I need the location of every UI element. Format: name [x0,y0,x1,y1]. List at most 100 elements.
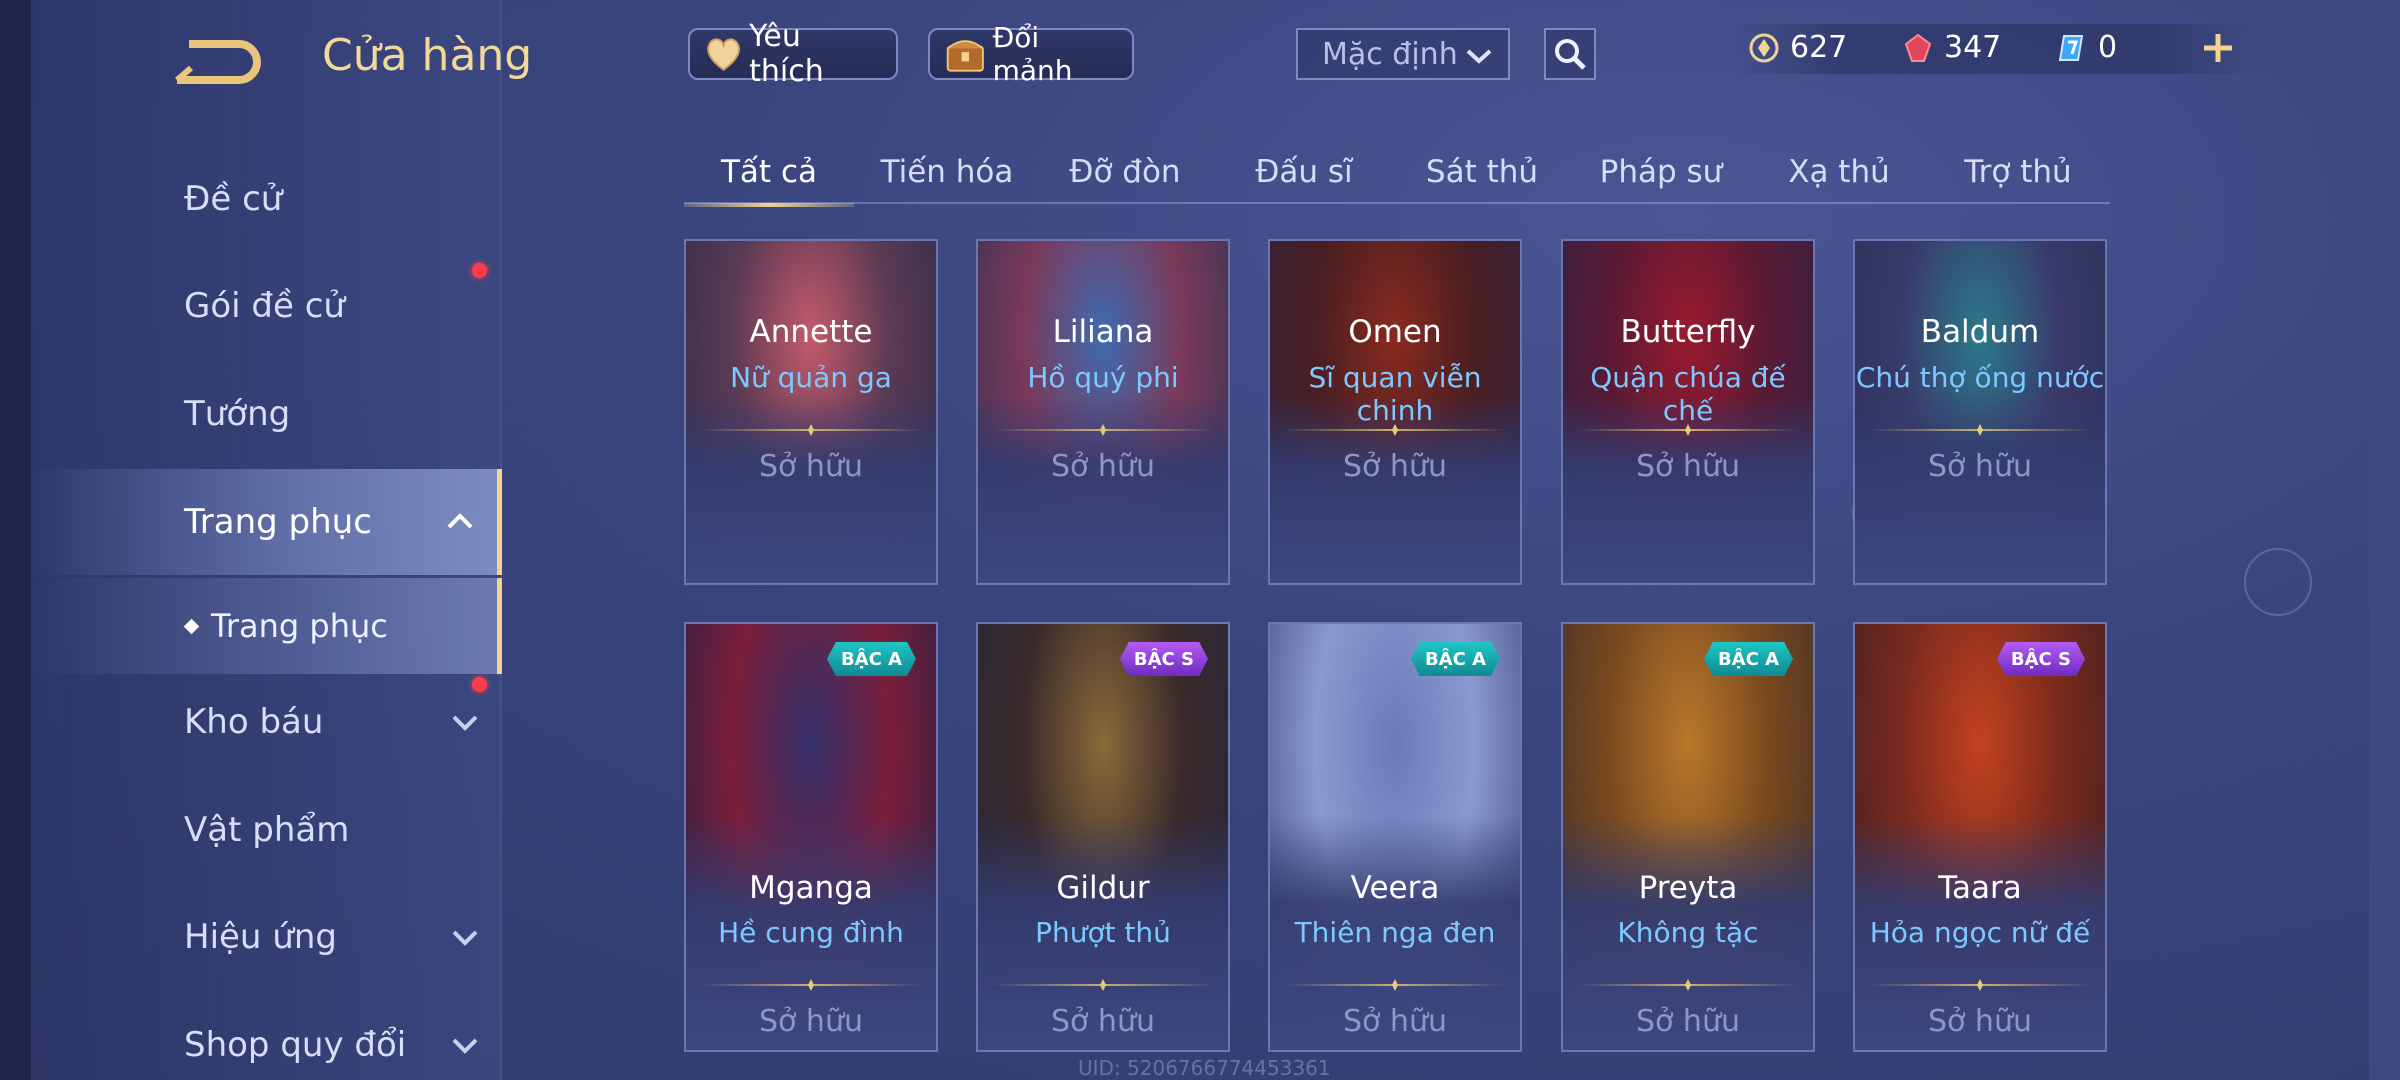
back-button[interactable] [155,30,275,90]
chevron-down-icon [1466,49,1492,64]
owned-status: Sở hữu [1051,1004,1155,1039]
owned-status: Sở hữu [1636,449,1740,484]
skin-name: Phượt thủ [1035,916,1171,949]
tab-label: Tất cả [721,154,817,190]
tab-all[interactable]: Tất cả [684,140,854,207]
skin-name: Hỏa ngọc nữ đế [1869,916,2091,949]
sidebar-item-skins[interactable]: Trang phục [31,469,502,575]
hero-name: Baldum [1920,314,2040,350]
sidebar-item-effects[interactable]: Hiệu ứng [31,884,502,990]
plus-icon [2204,34,2232,62]
hero-name: Liliana [1052,314,1154,350]
owned-status: Sở hữu [1051,449,1155,484]
hero-name: Omen [1348,314,1442,350]
sidebar-subitem-label: Trang phục [211,607,388,645]
hero-name: Butterfly [1620,314,1756,350]
skin-card[interactable]: Veera Thiên nga đen Sở hữu BẬC A [1268,622,1522,1052]
favorites-label: Yêu thích [749,19,824,89]
skin-name: Hề cung đình [718,916,904,949]
chevron-up-icon [447,513,473,529]
tab-label: Tiến hóa [880,154,1014,190]
skin-card[interactable]: Preyta Không tặc Sở hữu BẬC A [1561,622,1815,1052]
voucher-icon [2058,34,2084,61]
page-title: Cửa hàng [322,30,533,81]
owned-status: Sở hữu [1343,1004,1447,1039]
search-icon [1555,39,1586,70]
tab-marksman[interactable]: Xạ thủ [1754,140,1924,204]
notification-dot [472,263,487,278]
exchange-shards-label: Đổi mảnh [992,21,1073,87]
skin-card[interactable]: Gildur Phượt thủ Sở hữu BẬC S [976,622,1230,1052]
hero-name: Preyta [1638,870,1738,906]
gold-currency: 627 [1748,30,1847,65]
card-divider [700,429,922,431]
card-shade [686,394,936,583]
tab-tank[interactable]: Đỡ đòn [1040,140,1210,204]
tab-label: Sát thủ [1425,154,1539,190]
sidebar-item-exchange-shop[interactable]: Shop quy đổi [31,992,502,1080]
diamond-icon [183,618,200,634]
sidebar-item-label: Gói đề cử [184,286,345,326]
owned-status: Sở hữu [759,449,863,484]
rank-badge: BẬC S [1996,642,2085,676]
voucher-amount: 0 [2098,30,2118,65]
right-edge [2369,0,2400,1080]
sidebar-item-recommended[interactable]: Đề cử [31,146,502,252]
hero-name: Gildur [1056,870,1150,906]
favorites-button[interactable]: Yêu thích [688,19,898,89]
gold-coin-icon [1749,33,1779,62]
skin-name: Chú thợ ống nước [1855,361,2105,394]
owned-status: Sở hữu [1928,449,2032,484]
tab-assassin[interactable]: Sát thủ [1397,140,1567,204]
user-id: UID: 5206766774453361 [1078,1056,1331,1080]
skin-name: Sĩ quan viễn chinh [1308,361,1482,427]
owned-status: Sở hữu [1928,1004,2032,1039]
sidebar-subitem-skins[interactable]: Trang phục [31,578,502,674]
sidebar-item-recommended-packs[interactable]: Gói đề cử [31,253,502,359]
skin-card[interactable]: Butterfly Quận chúa đế chế Sở hữu [1561,239,1815,585]
add-currency-button[interactable] [2196,26,2240,70]
exchange-shards-button[interactable]: Đổi mảnh [928,21,1134,87]
tab-fighter[interactable]: Đấu sĩ [1219,140,1389,204]
tab-label: Đấu sĩ [1255,154,1353,190]
tab-label: Pháp sư [1599,154,1723,190]
skin-card[interactable]: Mganga Hề cung đình Sở hữu BẬC A [684,622,938,1052]
tab-mage[interactable]: Pháp sư [1576,140,1746,204]
sidebar-item-heroes[interactable]: Tướng [31,361,502,467]
card-divider [1284,984,1506,986]
tab-support[interactable]: Trợ thủ [1933,140,2103,204]
chevron-down-icon [452,930,478,946]
skin-card[interactable]: Baldum Chú thợ ống nước Sở hữu [1853,239,2107,585]
hero-name: Taara [1938,870,2022,906]
card-divider [1577,984,1799,986]
card-divider [992,429,1214,431]
hero-name: Veera [1350,870,1440,906]
search-button[interactable] [1544,28,1596,80]
chevron-down-icon [452,715,478,731]
skin-card[interactable]: Liliana Hồ quý phi Sở hữu [976,239,1230,585]
skin-card[interactable]: Taara Hỏa ngọc nữ đế Sở hữu BẬC S [1853,622,2107,1052]
sidebar-item-treasure[interactable]: Kho báu [31,669,502,775]
card-divider [700,984,922,986]
sidebar-item-label: Kho báu [184,702,324,742]
skin-card[interactable]: Omen Sĩ quan viễn chinh Sở hữu [1268,239,1522,585]
back-arrow-icon [175,40,261,84]
card-divider [1284,429,1506,431]
skin-card[interactable]: Annette Nữ quản ga Sở hữu [684,239,938,585]
voucher-currency: 0 [2056,30,2117,65]
card-divider [992,984,1214,986]
sidebar-item-label: Vật phẩm [184,810,350,850]
card-shade [978,394,1228,583]
ruby-icon [1904,33,1932,62]
rank-badge: BẬC A [1703,642,1793,676]
gem-amount: 347 [1944,30,2002,65]
sort-value: Mặc định [1322,36,1458,72]
tab-evolution[interactable]: Tiến hóa [862,140,1032,204]
hero-name: Mganga [749,870,873,906]
chest-icon [946,40,984,72]
sidebar-item-items[interactable]: Vật phẩm [31,777,502,883]
card-divider [1577,429,1799,431]
gem-currency: 347 [1902,30,2001,65]
skin-name: Không tặc [1617,916,1759,949]
sort-dropdown[interactable]: Mặc định [1296,28,1510,80]
